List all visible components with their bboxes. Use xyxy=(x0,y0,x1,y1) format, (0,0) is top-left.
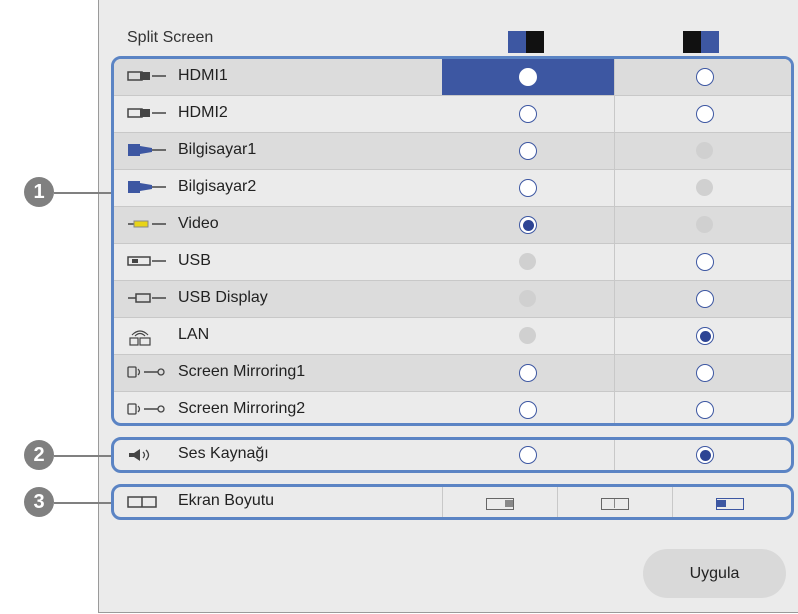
source-screen-mirroring2-right-radio[interactable] xyxy=(696,401,714,419)
source-usb-row: USB xyxy=(114,244,791,281)
source-usb-display-right-radio[interactable] xyxy=(696,290,714,308)
audio-source-label: Ses Kaynağı xyxy=(178,445,269,462)
audio-source-right-cell[interactable] xyxy=(614,440,791,470)
source-hdmi1-left-cell[interactable] xyxy=(442,59,614,95)
source-screen-mirroring2-right-cell[interactable] xyxy=(614,392,791,423)
source-usb-right-cell[interactable] xyxy=(614,244,791,280)
screen-size-left-large-icon xyxy=(486,498,514,510)
source-video-left-cell[interactable] xyxy=(442,207,614,243)
source-usb-display-left-radio xyxy=(519,290,536,307)
source-hdmi1-left-radio[interactable] xyxy=(519,68,537,86)
source-usb-left-cell xyxy=(442,244,614,280)
source-bilgisayar2-right-radio xyxy=(696,179,713,196)
source-screen-mirroring1-right-cell[interactable] xyxy=(614,355,791,391)
computer-icon xyxy=(126,180,170,194)
screen-mirroring-icon xyxy=(126,365,170,379)
source-list: HDMI1 HDMI2 Bilgisayar1 Bilgisayar2 Video USB… xyxy=(111,56,794,426)
source-hdmi1-row: HDMI1 xyxy=(114,59,791,96)
usb-icon xyxy=(126,254,170,268)
source-lan-right-radio[interactable] xyxy=(696,327,714,345)
audio-source-group: Ses Kaynağı xyxy=(111,437,794,473)
source-bilgisayar1-row: Bilgisayar1 xyxy=(114,133,791,170)
source-screen-mirroring1-label: Screen Mirroring1 xyxy=(178,363,306,380)
source-screen-mirroring1-row: Screen Mirroring1 xyxy=(114,355,791,392)
usb-display-icon xyxy=(126,291,170,305)
source-hdmi2-row: HDMI2 xyxy=(114,96,791,133)
video-icon xyxy=(126,217,170,231)
source-lan-left-cell xyxy=(442,318,614,354)
screen-size-right-large-icon xyxy=(716,498,744,510)
audio-source-row: Ses Kaynağı xyxy=(114,440,791,470)
source-screen-mirroring2-left-radio[interactable] xyxy=(519,401,537,419)
callout-1: 1 xyxy=(24,177,54,207)
source-usb-display-label: USB Display xyxy=(178,289,268,306)
source-video-right-radio xyxy=(696,216,713,233)
source-lan-row: LAN xyxy=(114,318,791,355)
source-usb-display-left-cell xyxy=(442,281,614,317)
hdmi-icon xyxy=(126,106,170,120)
screen-size-option-equal[interactable] xyxy=(557,487,673,517)
screen-size-option-right-large[interactable] xyxy=(672,487,788,517)
source-bilgisayar1-right-cell xyxy=(614,133,791,169)
callout-2: 2 xyxy=(24,440,54,470)
source-bilgisayar2-right-cell xyxy=(614,170,791,206)
source-video-left-radio[interactable] xyxy=(519,216,537,234)
lan-icon xyxy=(126,328,170,346)
source-hdmi2-left-radio[interactable] xyxy=(519,105,537,123)
apply-button[interactable]: Uygula xyxy=(643,549,786,598)
source-screen-mirroring2-left-cell[interactable] xyxy=(442,392,614,423)
source-lan-left-radio xyxy=(519,327,536,344)
source-usb-display-right-cell[interactable] xyxy=(614,281,791,317)
source-video-right-cell xyxy=(614,207,791,243)
source-hdmi2-left-cell[interactable] xyxy=(442,96,614,132)
source-bilgisayar2-left-cell[interactable] xyxy=(442,170,614,206)
callout-line-1 xyxy=(54,192,111,194)
source-lan-label: LAN xyxy=(178,326,210,343)
source-bilgisayar1-right-radio xyxy=(696,142,713,159)
source-bilgisayar2-label: Bilgisayar2 xyxy=(178,178,257,195)
source-bilgisayar1-left-radio[interactable] xyxy=(519,142,537,160)
audio-source-left-radio[interactable] xyxy=(519,446,537,464)
source-screen-mirroring2-row: Screen Mirroring2 xyxy=(114,392,791,423)
source-hdmi1-right-cell[interactable] xyxy=(614,59,791,95)
computer-icon xyxy=(126,143,170,157)
audio-source-left-cell[interactable] xyxy=(442,440,614,470)
audio-source-right-radio[interactable] xyxy=(696,446,714,464)
screen-size-row: Ekran Boyutu xyxy=(114,487,791,517)
source-hdmi2-right-cell[interactable] xyxy=(614,96,791,132)
source-hdmi2-right-radio[interactable] xyxy=(696,105,714,123)
source-screen-mirroring2-label: Screen Mirroring2 xyxy=(178,400,306,417)
speaker-icon xyxy=(126,448,170,462)
screen-size-label: Ekran Boyutu xyxy=(178,492,275,509)
left-screen-header-icon xyxy=(508,31,544,53)
source-video-row: Video xyxy=(114,207,791,244)
screen-size-equal-icon xyxy=(601,498,629,510)
screen-size-group: Ekran Boyutu xyxy=(111,484,794,520)
source-lan-right-cell[interactable] xyxy=(614,318,791,354)
source-bilgisayar1-label: Bilgisayar1 xyxy=(178,141,257,158)
callout-line-2 xyxy=(54,455,111,457)
source-usb-left-radio xyxy=(519,253,536,270)
source-hdmi1-label: HDMI1 xyxy=(178,67,228,84)
source-screen-mirroring1-right-radio[interactable] xyxy=(696,364,714,382)
source-bilgisayar2-row: Bilgisayar2 xyxy=(114,170,791,207)
source-usb-display-row: USB Display xyxy=(114,281,791,318)
right-screen-header-icon xyxy=(683,31,719,53)
source-usb-right-radio[interactable] xyxy=(696,253,714,271)
source-hdmi1-right-radio[interactable] xyxy=(696,68,714,86)
screen-mirroring-icon xyxy=(126,402,170,416)
page-title: Split Screen xyxy=(127,29,214,46)
source-video-label: Video xyxy=(178,215,219,232)
source-screen-mirroring1-left-cell[interactable] xyxy=(442,355,614,391)
screen-size-icon xyxy=(126,495,170,509)
screen-size-option-left-large[interactable] xyxy=(442,487,558,517)
callout-3: 3 xyxy=(24,487,54,517)
source-bilgisayar2-left-radio[interactable] xyxy=(519,179,537,197)
source-screen-mirroring1-left-radio[interactable] xyxy=(519,364,537,382)
hdmi-icon xyxy=(126,69,170,83)
source-usb-label: USB xyxy=(178,252,211,269)
source-hdmi2-label: HDMI2 xyxy=(178,104,228,121)
callout-line-3 xyxy=(54,502,111,504)
source-bilgisayar1-left-cell[interactable] xyxy=(442,133,614,169)
